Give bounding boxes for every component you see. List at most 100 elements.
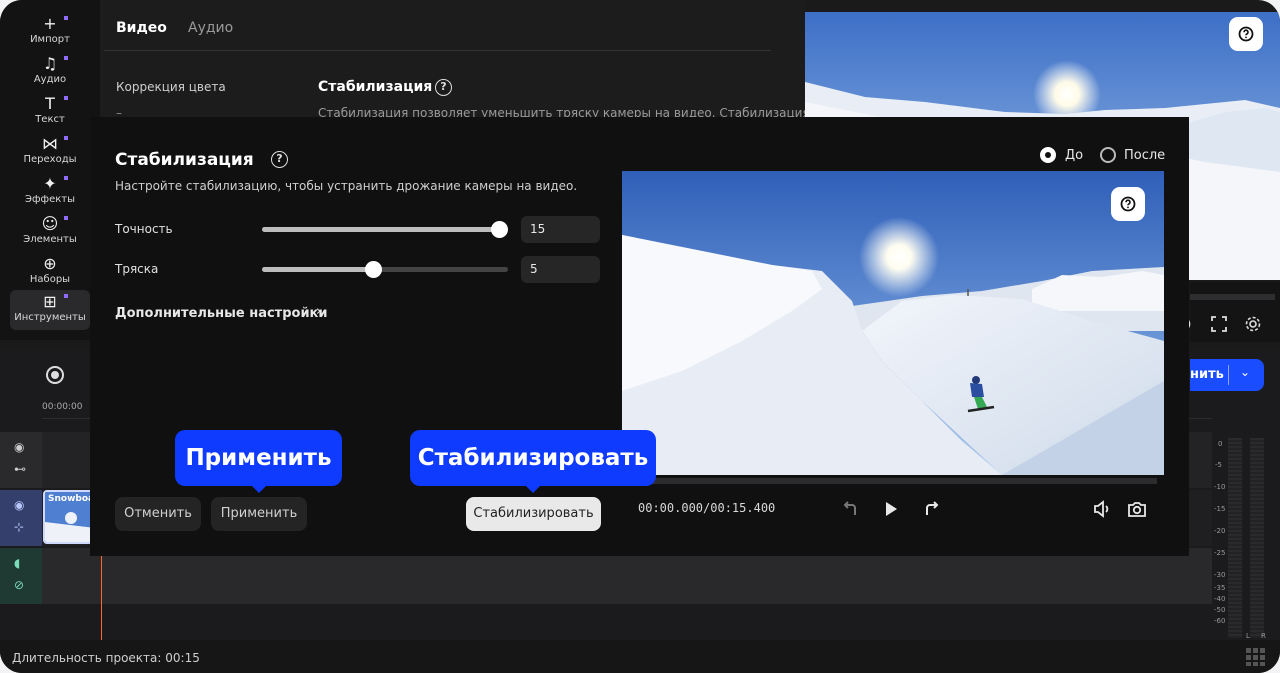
apply-button[interactable]: Применить <box>211 497 307 531</box>
video-clip[interactable]: Snowboa <box>43 490 93 544</box>
timecode-display: 00:00.000/00:15.400 <box>638 501 776 515</box>
tools-grid-icon: ⊞ <box>43 292 57 311</box>
question-icon <box>1120 196 1136 212</box>
link-icon[interactable]: ⊷ <box>14 462 26 476</box>
radio-before[interactable] <box>1040 147 1056 163</box>
sidebar-item-label: Импорт <box>30 34 70 45</box>
bag-icon: ⊕ <box>43 254 57 273</box>
new-dot-icon <box>64 56 68 60</box>
eye-icon[interactable]: ◉ <box>14 440 24 454</box>
sidebar-item-tools[interactable]: ⊞ Инструменты <box>10 290 90 330</box>
radio-before-label: До <box>1065 148 1084 163</box>
plus-icon: + <box>43 14 57 33</box>
shake-label: Тряска <box>115 262 159 276</box>
sparkles-icon: ✦ <box>43 174 57 193</box>
accuracy-slider[interactable] <box>262 221 508 238</box>
camera-icon[interactable] <box>1126 498 1148 520</box>
meter-tick: -5 <box>1215 461 1222 469</box>
accuracy-input[interactable]: 15 <box>521 216 600 243</box>
chevron-down-icon[interactable]: ⌄ <box>1240 365 1250 379</box>
speaker-icon[interactable]: ◖ <box>14 556 20 570</box>
sidebar-item-import[interactable]: + Импорт <box>10 12 90 50</box>
meter-tick: -50 <box>1214 606 1226 614</box>
shake-slider[interactable] <box>262 261 508 278</box>
settings-icon[interactable]: ⊹ <box>14 520 24 534</box>
app-window: + Импорт ♫ Аудио T Текст ⋈ Переходы ✦ Эф… <box>0 0 1280 673</box>
tab-divider <box>104 50 771 51</box>
record-icon[interactable] <box>46 366 64 384</box>
unlink-icon[interactable]: ⊘ <box>14 578 24 592</box>
help-icon[interactable]: ? <box>435 79 452 96</box>
timeline-time-marker: 00:00:00 <box>42 402 83 412</box>
sidebar-item-transitions[interactable]: ⋈ Переходы <box>10 132 90 170</box>
volume-icon[interactable] <box>1091 498 1113 520</box>
preview-help-button[interactable] <box>1229 17 1263 51</box>
redo-icon[interactable] <box>920 498 942 520</box>
cancel-button[interactable]: Отменить <box>115 497 201 531</box>
sidebar-item-elements[interactable]: ☺ Элементы <box>10 212 90 250</box>
callout-apply: Применить <box>175 430 342 493</box>
sidebar-item-label: Эффекты <box>25 194 75 205</box>
undo-icon[interactable] <box>840 498 862 520</box>
sidebar-item-audio[interactable]: ♫ Аудио <box>10 52 90 90</box>
play-icon[interactable] <box>880 498 902 520</box>
dialog-description: Настройте стабилизацию, чтобы устранить … <box>115 179 578 193</box>
export-button[interactable]: нить ⌄ <box>1190 359 1264 391</box>
meter-tick: -25 <box>1214 549 1226 557</box>
editor-panel: Видео Аудио Коррекция цвета – Стабилизац… <box>100 0 810 120</box>
text-icon: T <box>45 94 55 113</box>
sidebar-item-sets[interactable]: ⊕ Наборы <box>10 252 90 290</box>
eye-icon[interactable]: ◉ <box>14 498 24 512</box>
video-preview <box>622 171 1164 475</box>
radio-after[interactable] <box>1100 147 1116 163</box>
question-icon <box>1238 26 1254 42</box>
tab-video[interactable]: Видео <box>116 20 167 36</box>
sidebar-item-label: Наборы <box>29 274 71 285</box>
music-icon: ♫ <box>42 54 58 73</box>
sidebar-item-label: Инструменты <box>14 312 86 323</box>
export-divider <box>1228 365 1229 385</box>
gear-icon[interactable] <box>1244 315 1262 333</box>
new-dot-icon <box>64 176 68 180</box>
preview-controls-strip <box>1190 282 1280 342</box>
meter-bar-left <box>1228 438 1242 638</box>
stabilize-button[interactable]: Стабилизировать <box>466 497 601 531</box>
dialog-title: Стабилизация <box>115 150 254 170</box>
new-dot-icon <box>64 96 68 100</box>
slider-handle[interactable] <box>491 221 508 238</box>
preview-help-button[interactable] <box>1111 187 1145 221</box>
project-duration: Длительность проекта: 00:15 <box>12 651 200 665</box>
meter-tick: -40 <box>1214 595 1226 603</box>
grid-icon[interactable] <box>1246 648 1266 666</box>
tab-audio[interactable]: Аудио <box>188 20 233 36</box>
new-dot-icon <box>64 294 68 298</box>
preview-progress-bar[interactable] <box>1190 294 1275 300</box>
preview-progress-bar[interactable] <box>622 478 1157 484</box>
new-dot-icon <box>64 136 68 140</box>
slider-handle[interactable] <box>365 261 382 278</box>
fullscreen-icon[interactable] <box>1211 316 1227 332</box>
color-correction-item[interactable]: Коррекция цвета <box>116 80 226 94</box>
slider-fill <box>262 227 500 232</box>
sidebar-item-label: Аудио <box>33 74 67 85</box>
meter-tick: 0 <box>1218 440 1223 448</box>
advanced-settings-toggle[interactable]: Дополнительные настройки <box>115 306 327 321</box>
meter-channel-right: R <box>1261 632 1266 640</box>
track-header-video-1: ◉ ⊷ <box>0 432 42 488</box>
shake-input[interactable]: 5 <box>521 256 600 283</box>
section-title: Стабилизация <box>318 79 433 95</box>
slider-fill <box>262 267 374 272</box>
meter-tick: -60 <box>1214 617 1226 625</box>
meter-channel-left: L <box>1246 632 1250 640</box>
chevron-right-icon[interactable]: › <box>316 304 321 319</box>
sidebar-item-text[interactable]: T Текст <box>10 92 90 130</box>
meter-tick: -35 <box>1214 584 1226 592</box>
meter-tick: -15 <box>1214 505 1226 513</box>
meter-bar-right <box>1250 438 1264 638</box>
export-button-label: нить <box>1190 367 1224 382</box>
sidebar-item-effects[interactable]: ✦ Эффекты <box>10 172 90 210</box>
help-icon[interactable]: ? <box>271 151 288 168</box>
track-header-video-2: ◉ ⊹ <box>0 490 42 546</box>
audio-level-meter: 0 -5 -10 -15 -20 -25 -30 -35 -40 -50 -60… <box>1214 432 1280 644</box>
track-row-audio <box>42 548 1212 604</box>
